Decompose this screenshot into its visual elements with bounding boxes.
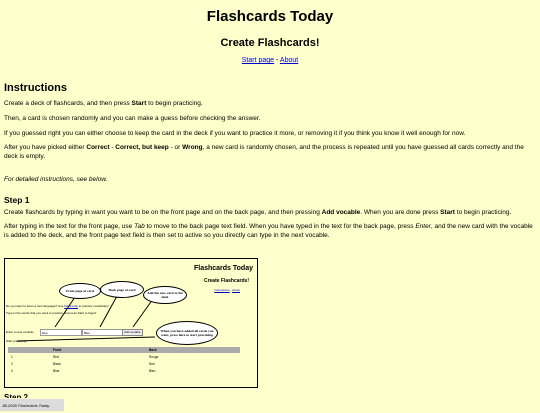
instructions-paragraph: Then, a card is chosen randomly and you … bbox=[4, 114, 261, 122]
table-cell: Red bbox=[53, 354, 59, 359]
table-cell: Black bbox=[53, 361, 61, 366]
table-cell: Blue bbox=[53, 368, 60, 373]
table-cell: 2 bbox=[11, 361, 13, 366]
footer: JB-2026 Flashcards Today bbox=[0, 399, 64, 411]
detailed-note: For detailed instructions, see below. bbox=[4, 175, 108, 183]
table-row: 2 Black Noir bbox=[8, 360, 240, 367]
callout-add-card: Add the new card to the deck bbox=[143, 286, 187, 304]
instructions-paragraph: Create a deck of flashcards, and then pr… bbox=[4, 100, 203, 107]
screenshot-vocable-table: Front Back 1 Red Rouge 2 Black Noir 3 Bl… bbox=[8, 347, 240, 374]
instructions-paragraph: If you guessed right you can either choo… bbox=[4, 129, 466, 137]
about-link[interactable]: About bbox=[280, 57, 298, 64]
example-screenshot: Flashcards Today Create Flashcards! Inst… bbox=[4, 258, 258, 388]
instructions-heading: Instructions bbox=[4, 82, 67, 94]
table-cell: Bleu bbox=[149, 368, 156, 373]
callout-back-page: Back page of card bbox=[100, 281, 144, 298]
page-title: Flashcards Today bbox=[206, 8, 334, 25]
step1-paragraph: Create flashcards by typing in want you … bbox=[4, 208, 512, 216]
start-page-link[interactable]: Start page bbox=[242, 57, 274, 64]
step1-paragraph: After typing in the text for the front p… bbox=[4, 223, 533, 240]
step1-heading: Step 1 bbox=[4, 194, 30, 205]
table-row: 3 Blue Bleu bbox=[8, 367, 240, 374]
table-cell: 3 bbox=[11, 368, 13, 373]
top-nav: Start page - About bbox=[4, 57, 536, 64]
callout-start-practicing: When you have added all cards you want, … bbox=[156, 321, 218, 345]
instructions-paragraph: After you have picked either Correct - C… bbox=[4, 144, 524, 161]
table-cell: Noir bbox=[149, 361, 155, 366]
page-subtitle: Create Flashcards! bbox=[220, 37, 320, 49]
table-row: 1 Red Rouge bbox=[8, 353, 240, 360]
callout-front-page: Front page of card bbox=[59, 283, 101, 299]
step2-heading: Step 2 bbox=[4, 393, 29, 398]
table-cell: 1 bbox=[11, 354, 13, 359]
table-cell: Rouge bbox=[149, 354, 159, 359]
